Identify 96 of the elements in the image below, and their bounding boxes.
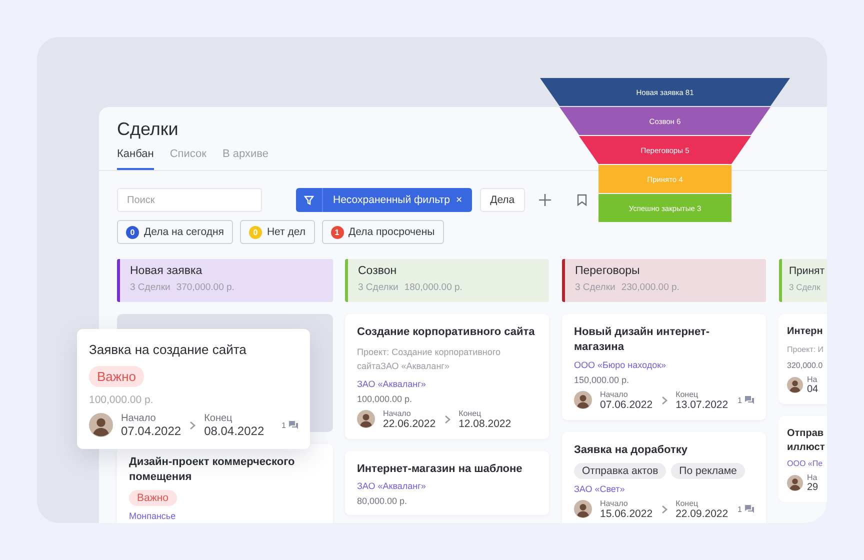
end-label: Конец — [676, 498, 700, 508]
comment-count: 1 — [738, 504, 742, 514]
tag: По рекламе — [671, 462, 745, 479]
tab[interactable]: Канбан — [117, 148, 154, 170]
task-filter-chip[interactable]: 0 Нет дел — [240, 220, 314, 244]
count-badge: 0 — [126, 226, 139, 238]
comments-icon[interactable] — [745, 396, 754, 404]
amount: 100,000.00 р. — [357, 394, 414, 404]
stage-sum: 370,000.00 р. — [176, 282, 234, 293]
count-badge: 1 — [330, 226, 344, 238]
end-label: Конец — [204, 412, 234, 424]
filter-icon — [304, 195, 314, 205]
chevron-icon — [660, 396, 668, 405]
deal-card[interactable]: Дизайн-проект коммерческого помещения Важно Монпансье — [117, 444, 333, 523]
deal-title: Интерн — [787, 325, 824, 338]
dragged-deal-card[interactable]: Заявка на создание сайта Важно 100,000.00 р. Начало 07.04.2022 Конец 08.04.2022 1 — [77, 329, 310, 449]
end-date: 12.08.2022 — [458, 418, 512, 430]
deal-card[interactable]: Интернет-магазин на шаблоне ЗАО «Акваланг» 80,000.00 р. — [345, 450, 549, 516]
tag: Важно — [129, 490, 177, 506]
deal-title: Дизайн-проект коммерческого помещения — [129, 455, 296, 485]
amount: 320,000.0 — [787, 361, 824, 370]
end-date: 22.09.2022 — [676, 508, 728, 520]
bookmark-icon[interactable] — [576, 194, 587, 206]
stage-name: Принят — [789, 265, 826, 277]
avatar-icon — [574, 500, 592, 518]
chevron-icon — [444, 414, 451, 424]
comments-icon[interactable] — [289, 421, 298, 430]
start-label: На — [807, 473, 818, 482]
filter-button[interactable]: Несохраненный фильтр × — [296, 188, 472, 212]
avatar-icon — [787, 475, 803, 492]
project-text: Проект: И — [787, 344, 825, 356]
avatar-icon — [574, 391, 592, 410]
end-label: Конец — [676, 390, 700, 399]
tag: Важно — [89, 366, 144, 387]
company-link[interactable]: ЗАО «Акваланг» — [357, 481, 537, 492]
avatar-icon — [89, 413, 113, 438]
chevron-icon — [189, 420, 196, 430]
deal-count: 3 Сделк — [789, 282, 820, 292]
start-label: На — [807, 375, 818, 384]
comment-count: 1 — [738, 396, 742, 405]
deal-title: Заявка на создание сайта — [89, 341, 248, 359]
amount: 80,000.00 р. — [357, 496, 408, 506]
page-title: Сделки — [117, 119, 178, 140]
search-field[interactable]: Поиск — [117, 188, 262, 212]
start-date: 07.04.2022 — [121, 424, 182, 438]
count-badge: 0 — [248, 226, 262, 238]
end-date: 13.07.2022 — [676, 398, 728, 411]
comment-count: 1 — [282, 420, 286, 430]
clear-filter[interactable]: × — [456, 194, 462, 206]
start-date: 22.06.2022 — [383, 418, 436, 430]
project-text: Проект: Создание корпоративного сайтаЗАО «Акваланг» — [357, 346, 502, 374]
start-label: Начало — [383, 408, 412, 418]
deal-card[interactable]: Интерн Проект: И 320,000.0 На 04 — [779, 314, 827, 404]
company-link[interactable]: ООО «Бюро находок» — [574, 360, 754, 370]
stage-sum: 230,000.00 р. — [621, 282, 680, 293]
avatar-icon — [787, 377, 803, 394]
stage-sum: 180,000.00 р. — [404, 282, 462, 293]
deal-count: 3 Сделки — [358, 282, 398, 293]
deal-title: Отправ иллюст — [787, 427, 826, 454]
chip-label: Дела просрочены — [348, 226, 435, 238]
start-label: Начало — [600, 390, 629, 399]
start-date: 04 — [807, 384, 818, 396]
tasks-button[interactable]: Дела — [480, 188, 525, 212]
deal-card[interactable]: Создание корпоративного сайта Проект: Создание корпоративного сайтаЗАО «Акваланг» ЗАО «Акваланг» 100,000.00 р. Начало 22.06.2022 Конец 12.08.2022 — [345, 314, 549, 439]
company-link[interactable]: ЗАО «Свет» — [574, 484, 754, 494]
deal-count: 3 Сделки — [130, 282, 170, 293]
deal-title: Создание корпоративного сайта — [357, 325, 536, 340]
company-link[interactable]: ООО «Пе — [787, 459, 827, 468]
comments-icon[interactable] — [745, 505, 754, 514]
task-filter-chip[interactable]: 0 Дела на сегодня — [117, 220, 233, 244]
deal-title: Заявка на доработку — [574, 442, 688, 458]
start-label: Начало — [121, 412, 157, 424]
amount: 100,000.00 р. — [89, 394, 154, 406]
task-filter-chip[interactable]: 1 Дела просрочены — [322, 220, 444, 244]
deal-count: 3 Сделки — [575, 282, 616, 293]
chip-label: Дела на сегодня — [144, 226, 224, 238]
start-date: 07.06.2022 — [600, 398, 653, 411]
end-date: 08.04.2022 — [204, 424, 264, 438]
stage-name: Созвон — [358, 265, 398, 277]
deal-title: Новый дизайн интернет-магазина — [574, 325, 711, 355]
stage-name: Переговоры — [575, 265, 641, 277]
end-label: Конец — [458, 408, 482, 418]
chip-label: Нет дел — [266, 226, 306, 238]
deal-title: Интернет-магазин на шаблоне — [357, 462, 524, 476]
company-link[interactable]: ЗАО «Акваланг» — [357, 378, 537, 389]
tag: Отправка актов — [574, 462, 666, 479]
start-label: Начало — [600, 498, 629, 508]
avatar-icon — [357, 410, 375, 428]
start-date: 29 — [807, 482, 818, 494]
start-date: 15.06.2022 — [600, 508, 653, 520]
deal-card[interactable]: Отправ иллюст ООО «Пе На 29 — [779, 416, 827, 502]
amount: 150,000.00 р. — [574, 374, 630, 385]
chevron-icon — [660, 504, 668, 514]
add-icon[interactable] — [538, 194, 551, 206]
stage-name: Новая заявка — [130, 265, 204, 277]
company-link[interactable]: Монпансье — [129, 510, 321, 521]
